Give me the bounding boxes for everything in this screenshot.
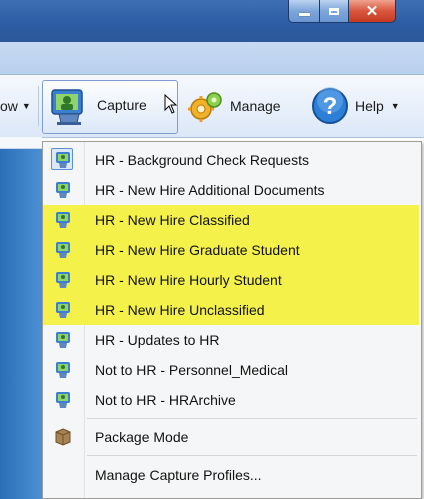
- capture-profile-icon: [56, 182, 70, 198]
- capture-profile-icon: [56, 212, 70, 228]
- minimize-icon: [298, 12, 310, 16]
- main-content-pane: [0, 137, 42, 499]
- close-icon: ✕: [365, 2, 379, 20]
- menu-item-label: Manage Capture Profiles...: [95, 467, 262, 483]
- chevron-down-icon: ▼: [21, 101, 31, 111]
- menu-item-hr-updates-to-hr[interactable]: HR - Updates to HR: [43, 325, 421, 355]
- capture-dropdown-menu: HR - Background Check Requests HR - New …: [42, 141, 422, 499]
- manage-button-label: Manage: [230, 98, 281, 114]
- content-header-strip: [0, 137, 42, 149]
- gear-icon: [188, 92, 222, 122]
- capture-profile-icon: [56, 152, 70, 168]
- menu-item-label: Package Mode: [95, 429, 189, 445]
- package-icon: [55, 428, 71, 446]
- view-dropdown-button[interactable]: ow ▼: [0, 88, 31, 124]
- help-button-label: Help: [355, 98, 384, 114]
- capture-profile-icon: [56, 362, 70, 378]
- menu-item-label: HR - New Hire Graduate Student: [95, 242, 300, 258]
- svg-text:?: ?: [323, 93, 338, 120]
- menu-separator: [87, 418, 417, 419]
- capture-profile-icon: [56, 302, 70, 318]
- menu-item-hr-new-hire-classified[interactable]: HR - New Hire Classified: [43, 205, 419, 235]
- menu-item-hr-new-hire-graduate-student[interactable]: HR - New Hire Graduate Student: [43, 235, 419, 265]
- capture-profile-icon: [56, 392, 70, 408]
- menu-item-label: Not to HR - HRArchive: [95, 392, 236, 408]
- menu-item-label: HR - New Hire Additional Documents: [95, 182, 325, 198]
- menu-item-hr-background-check-requests[interactable]: HR - Background Check Requests: [43, 145, 421, 175]
- menu-item-manage-capture-profiles[interactable]: Manage Capture Profiles...: [43, 460, 421, 490]
- window-titlebar: ✕: [0, 0, 424, 42]
- capture-button-label: Capture: [97, 97, 147, 113]
- help-icon: ?: [312, 87, 348, 124]
- capture-profile-icon: [56, 332, 70, 348]
- view-button-label: ow: [0, 98, 18, 114]
- menu-item-hr-new-hire-additional-documents[interactable]: HR - New Hire Additional Documents: [43, 175, 421, 205]
- menu-item-not-to-hr-hrarchive[interactable]: Not to HR - HRArchive: [43, 385, 421, 415]
- menu-item-hr-new-hire-hourly-student[interactable]: HR - New Hire Hourly Student: [43, 265, 419, 295]
- window-controls: ✕: [288, 0, 396, 26]
- ribbon-band: [0, 42, 424, 75]
- menu-item-hr-new-hire-unclassified[interactable]: HR - New Hire Unclassified: [43, 295, 419, 325]
- menu-item-label: HR - Background Check Requests: [95, 152, 309, 168]
- capture-button[interactable]: Capture: [42, 80, 178, 134]
- menu-separator: [87, 455, 417, 456]
- maximize-icon: [329, 7, 339, 15]
- menu-item-label: HR - New Hire Hourly Student: [95, 272, 282, 288]
- mouse-pointer-icon: [164, 94, 178, 114]
- capture-scanner-icon: [51, 89, 83, 125]
- chevron-down-icon: ▼: [390, 101, 400, 111]
- capture-profile-icon: [56, 242, 70, 258]
- menu-item-label: HR - New Hire Classified: [95, 212, 250, 228]
- toolbar-separator: [38, 86, 39, 126]
- manage-button[interactable]: Manage: [230, 88, 281, 124]
- menu-item-label: HR - New Hire Unclassified: [95, 302, 265, 318]
- help-button[interactable]: Help ▼: [355, 88, 400, 124]
- maximize-button[interactable]: [320, 0, 349, 23]
- minimize-button[interactable]: [288, 0, 320, 23]
- close-button[interactable]: ✕: [349, 0, 396, 23]
- menu-item-label: Not to HR - Personnel_Medical: [95, 362, 288, 378]
- menu-item-package-mode[interactable]: Package Mode: [43, 422, 421, 452]
- menu-item-label: HR - Updates to HR: [95, 332, 220, 348]
- capture-profile-icon: [56, 272, 70, 288]
- menu-item-not-to-hr-personnel-medical[interactable]: Not to HR - Personnel_Medical: [43, 355, 421, 385]
